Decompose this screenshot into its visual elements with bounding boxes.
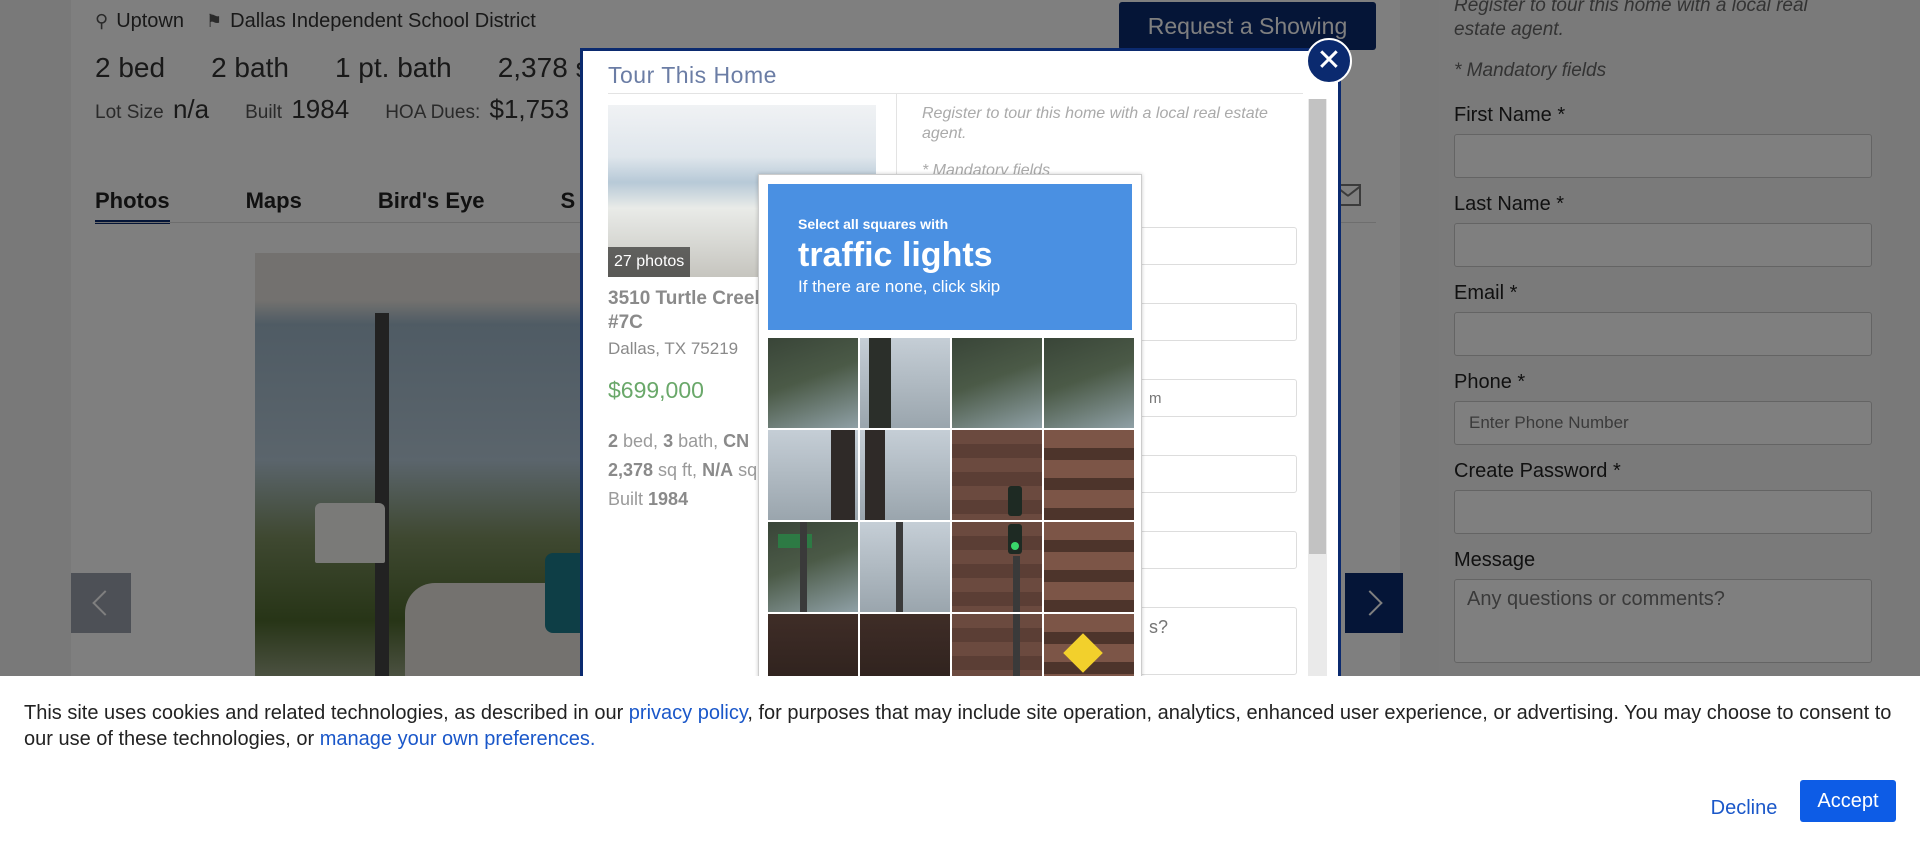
photos-count-badge: 27 photos [608, 247, 691, 277]
cookie-banner: This site uses cookies and related techn… [0, 676, 1920, 846]
captcha-skip-hint: If there are none, click skip [798, 277, 1001, 296]
cookie-text-part: This site uses cookies and related techn… [24, 702, 629, 724]
captcha-header: Select all squares with traffic lights I… [768, 184, 1132, 330]
home-facts: 2 bed, 3 bath, CN 2,378 sq ft, N/A sq Bu… [608, 431, 758, 509]
accept-button[interactable]: Accept [1800, 780, 1896, 822]
home-price: $699,000 [608, 377, 704, 403]
facts-lot: N/A [702, 460, 734, 480]
captcha-tile[interactable] [768, 614, 858, 683]
cookie-text: This site uses cookies and related techn… [24, 700, 1904, 752]
captcha-tile[interactable] [860, 522, 950, 612]
palm-trunk [869, 338, 891, 428]
captcha-grid [768, 338, 1134, 683]
captcha-tile[interactable] [768, 430, 858, 520]
captcha-tile[interactable] [952, 338, 1042, 428]
modal-scrollbar-thumb[interactable] [1309, 99, 1326, 554]
captcha-tile[interactable] [768, 338, 858, 428]
facts-sqft: 2,378 [608, 460, 654, 480]
captcha-tile[interactable] [1044, 614, 1134, 683]
captcha-tile[interactable] [952, 614, 1042, 683]
captcha-tile[interactable] [1044, 430, 1134, 520]
modal-register-text: Register to tour this home with a local … [922, 105, 1268, 142]
palm-trunk [864, 430, 885, 520]
facts-built: 1984 [648, 489, 689, 509]
captcha-tile[interactable] [1044, 522, 1134, 612]
privacy-policy-link[interactable]: privacy policy [629, 702, 748, 724]
facts-beds: 2 [608, 431, 619, 451]
close-icon[interactable]: ✕ [1306, 38, 1352, 84]
pole [1013, 556, 1021, 612]
modal-divider [608, 93, 1303, 94]
captcha-tile[interactable] [1044, 338, 1134, 428]
captcha-tile[interactable] [952, 430, 1042, 520]
pole [896, 522, 903, 612]
captcha-instruction: Select all squares with [798, 216, 949, 232]
modal-scrollbar[interactable] [1308, 99, 1327, 678]
traffic-light-icon [1007, 485, 1022, 516]
captcha-tile[interactable] [768, 522, 858, 612]
captcha-tile[interactable] [860, 338, 950, 428]
facts-baths: 3 [663, 431, 674, 451]
street-sign-icon [778, 534, 812, 548]
palm-trunk [831, 430, 855, 520]
traffic-light-icon [1007, 524, 1022, 554]
manage-preferences-link[interactable]: manage your own preferences. [320, 728, 596, 750]
captcha-tile[interactable] [860, 430, 950, 520]
captcha-tile[interactable] [860, 614, 950, 683]
home-city: Dallas, TX 75219 [608, 339, 739, 358]
facts-type: CN [723, 431, 750, 451]
pedestrian-sign-icon [1063, 633, 1103, 673]
captcha-target: traffic lights [798, 236, 993, 274]
captcha-tile[interactable] [952, 522, 1042, 612]
pole [1013, 614, 1021, 683]
captcha-challenge: Select all squares with traffic lights I… [758, 174, 1142, 684]
modal-title: Tour This Home [608, 62, 777, 88]
decline-button[interactable]: Decline [1678, 787, 1810, 829]
pole [799, 522, 807, 612]
